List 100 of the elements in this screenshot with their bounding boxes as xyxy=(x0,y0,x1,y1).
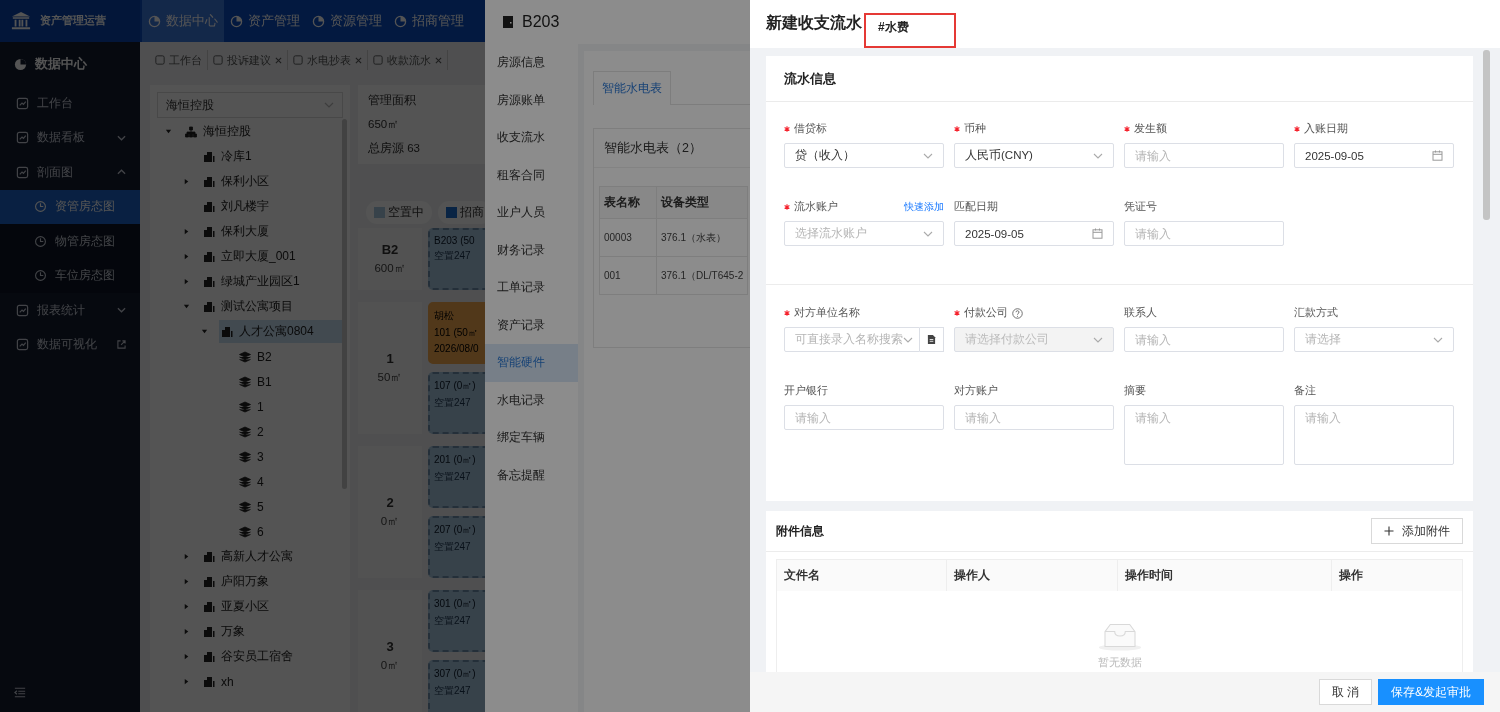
date-field[interactable]: 2025-09-05 xyxy=(954,221,1114,246)
nav-item[interactable]: 资产管理 xyxy=(224,0,306,42)
tree-node[interactable]: 人才公寓0804 xyxy=(219,320,342,343)
field-label: 汇款方式 xyxy=(1294,306,1338,320)
field-label: 对方单位名称 xyxy=(794,306,860,320)
field-label: 开户银行 xyxy=(784,384,828,398)
caret-right-icon[interactable] xyxy=(183,553,190,560)
select-field[interactable]: 贷（收入） xyxy=(784,143,944,168)
drawer-menu-item[interactable]: 智能硬件 xyxy=(485,344,578,382)
tree-node[interactable]: 立即大厦_001 xyxy=(201,245,302,268)
tree-node[interactable]: 保利小区 xyxy=(201,170,275,193)
text-area[interactable]: 请输入 xyxy=(1124,405,1284,465)
tree-node[interactable]: 冷库1 xyxy=(201,145,258,168)
caret-right-icon[interactable] xyxy=(183,653,190,660)
tree-node[interactable]: 1 xyxy=(237,396,270,417)
drawer-menu-item[interactable]: 房源账单 xyxy=(485,81,578,119)
calendar-icon xyxy=(1092,228,1103,239)
tree-node[interactable]: 谷安员工宿舍 xyxy=(201,645,299,668)
quick-add-link[interactable]: 快速添加 xyxy=(904,200,944,214)
plus-icon xyxy=(1384,526,1394,536)
submit-button[interactable]: 保存&发起审批 xyxy=(1378,679,1484,705)
field-label: 匹配日期 xyxy=(954,200,998,214)
caret-right-icon[interactable] xyxy=(183,603,190,610)
building-icon xyxy=(203,575,215,588)
tree-node[interactable]: 保利大厦 xyxy=(201,220,275,243)
tree-node[interactable]: 2 xyxy=(237,421,270,442)
menu-icon xyxy=(34,200,47,214)
caret-right-icon[interactable] xyxy=(183,178,190,185)
building-icon xyxy=(203,550,215,563)
chevron-down-icon xyxy=(923,152,933,159)
cancel-button[interactable]: 取 消 xyxy=(1318,679,1372,705)
caret-right-icon[interactable] xyxy=(183,278,190,285)
caret-right-icon[interactable] xyxy=(183,228,190,235)
tree-node[interactable]: 5 xyxy=(237,496,270,517)
drawer-menu-item[interactable]: 租客合同 xyxy=(485,156,578,194)
text-input[interactable]: 请输入 xyxy=(1124,143,1284,168)
tree-node[interactable]: 3 xyxy=(237,446,270,467)
field-label: 摘要 xyxy=(1124,384,1146,398)
text-area[interactable]: 请输入 xyxy=(1294,405,1454,465)
tree-node[interactable]: B1 xyxy=(237,371,278,392)
drawer-menu-item[interactable]: 房源信息 xyxy=(485,44,578,82)
caret-down-icon[interactable] xyxy=(165,128,172,135)
caret-right-icon[interactable] xyxy=(183,678,190,685)
close-icon[interactable] xyxy=(275,56,282,64)
caret-right-icon[interactable] xyxy=(183,253,190,260)
caret-right-icon[interactable] xyxy=(183,628,190,635)
pick-button[interactable] xyxy=(920,327,944,352)
text-input[interactable]: 请输入 xyxy=(1124,327,1284,352)
caret-down-icon[interactable] xyxy=(201,328,208,335)
add-attachment-button[interactable]: 添加附件 xyxy=(1371,518,1463,544)
chevron-down-icon xyxy=(1093,336,1103,343)
caret-down-icon[interactable] xyxy=(183,303,190,310)
scrollbar-thumb[interactable] xyxy=(1483,50,1490,220)
tree-node[interactable]: 测试公寓项目 xyxy=(201,295,299,318)
drawer-menu-item[interactable]: 收支流水 xyxy=(485,119,578,157)
tree-node[interactable]: 海恒控股 xyxy=(183,120,257,143)
tab-icon xyxy=(213,55,223,65)
tree-node[interactable]: 绿城产业园区1 xyxy=(201,270,306,293)
select-field[interactable]: 选择流水账户 xyxy=(784,221,944,246)
search-select[interactable]: 可直接录入名称搜索 xyxy=(784,327,920,352)
text-input[interactable]: 请输入 xyxy=(954,405,1114,430)
nav-item[interactable]: 资源管理 xyxy=(306,0,388,42)
select-field[interactable]: 请选择 xyxy=(1294,327,1454,352)
sidebar-item[interactable]: 资管房态图 xyxy=(0,189,140,224)
floor-area: 0㎡ xyxy=(380,658,400,673)
room-status: 2026/08/0 xyxy=(434,343,479,354)
chevron-down-icon xyxy=(903,336,913,343)
floor-name: 3 xyxy=(386,639,394,654)
layers-icon xyxy=(239,500,251,513)
external-link-icon xyxy=(117,340,126,350)
select-field[interactable]: 人民币(CNY) xyxy=(954,143,1114,168)
caret-right-icon[interactable] xyxy=(183,578,190,585)
layers-icon xyxy=(239,375,251,388)
menu-icon xyxy=(16,131,29,145)
tree-node[interactable]: 刘凡楼宇 xyxy=(201,195,275,218)
nav-icon xyxy=(312,14,325,28)
collapse-menu-icon[interactable] xyxy=(14,687,26,698)
org-chart-icon xyxy=(185,125,197,138)
close-icon[interactable] xyxy=(435,56,442,64)
text-input[interactable]: 请输入 xyxy=(784,405,944,430)
tree-node[interactable]: 亚夏小区 xyxy=(201,595,275,618)
tree-node[interactable]: 高新人才公寓 xyxy=(201,545,299,568)
column-header: 文件名 xyxy=(777,560,947,591)
org-select[interactable]: 海恒控股 xyxy=(157,92,343,118)
building-icon xyxy=(203,150,215,163)
tree-node[interactable]: 4 xyxy=(237,471,270,492)
tree-node[interactable]: 庐阳万象 xyxy=(201,570,275,593)
tree-node[interactable]: xh xyxy=(201,671,240,692)
app-name: 资产管理运营 xyxy=(40,14,106,28)
close-icon[interactable] xyxy=(355,56,362,64)
table-cell: 001 xyxy=(599,256,657,295)
tree-node[interactable]: 万象 xyxy=(201,620,251,643)
date-field[interactable]: 2025-09-05 xyxy=(1294,143,1454,168)
tab[interactable]: 智能水电表 xyxy=(593,71,671,105)
tree-node[interactable]: 6 xyxy=(237,521,270,542)
menu-icon xyxy=(16,165,29,179)
text-input[interactable]: 请输入 xyxy=(1124,221,1284,246)
tree-node[interactable]: B2 xyxy=(237,346,278,367)
nav-item[interactable]: 招商管理 xyxy=(388,0,470,42)
nav-icon xyxy=(148,14,161,28)
